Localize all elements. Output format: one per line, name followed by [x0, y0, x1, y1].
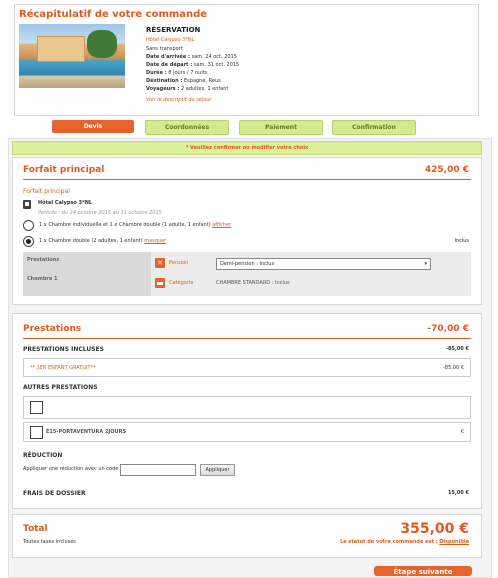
prestations-price: -70,00 € [427, 324, 469, 334]
room-option-2-radio[interactable] [23, 236, 34, 247]
total-value: 355,00 € [400, 521, 469, 537]
reduction-code-input[interactable] [120, 464, 196, 476]
forfait-dates: Période : du 24 octobre 2015 au 31 octob… [38, 210, 162, 216]
prestations-title: Prestations [23, 324, 82, 334]
room-option-2: 1 x Chambre double (2 adultes, 1 enfant)… [39, 238, 167, 244]
pension-icon: ✕ [155, 258, 165, 268]
hide-link[interactable]: masquer [144, 238, 166, 244]
prestations-card: Prestations -70,00 € PRESTATIONS INCLUSE… [12, 313, 482, 509]
notice-text: * Veuillez confirmer ou modifier votre c… [185, 145, 309, 151]
detail-link[interactable]: Voir le descriptif du séjour [146, 97, 211, 103]
forfait-divider [23, 179, 471, 180]
forfait-title: Forfait principal [23, 165, 105, 175]
pension-label: Pension [169, 260, 189, 266]
forfait-sublabel: Forfait principal [23, 188, 70, 195]
other-empty-row [23, 396, 471, 419]
reduction-label: Appliquer une réduction avec un code [23, 466, 119, 472]
other-checkbox-2[interactable] [30, 426, 43, 439]
category-icon [155, 278, 165, 288]
status-available-link[interactable]: Disponible [439, 539, 469, 545]
fees-label: FRAIS DE DOSSIER [23, 490, 86, 497]
prestations-divider [23, 338, 471, 339]
chambre-label: Chambre 1 [27, 276, 58, 282]
included-title: PRESTATIONS INCLUSES [23, 346, 104, 353]
step-paiement[interactable]: Paiement [239, 120, 323, 135]
others-title: AUTRES PRESTATIONS [23, 384, 98, 391]
pension-select[interactable]: Demi-pension : Inclus ▾ [216, 258, 431, 270]
step-confirmation[interactable]: Confirmation [332, 120, 416, 135]
room-option-1-radio[interactable] [23, 220, 34, 231]
travelers-row: Voyageurs : 2 adultes, 1 enfant [146, 86, 229, 92]
notice-bar: * Veuillez confirmer ou modifier votre c… [12, 141, 482, 155]
portaventura-label: E15-PORTAVENTURA 2JOURS [46, 429, 127, 435]
summary-title: Récapitulatif de votre commande [19, 9, 208, 20]
room-details-panel: Prestations Chambre 1 ✕ Pension Demi-pen… [23, 252, 471, 296]
step-devis[interactable]: Devis [52, 120, 134, 133]
total-card: Total Toutes taxes incluses 355,00 € Le … [12, 514, 482, 558]
hotel-icon [23, 200, 31, 209]
duration-row: Durée : 8 jours / 7 nuits [146, 70, 208, 76]
category-value: CHAMBRE STANDARD : Inclus [216, 280, 290, 286]
fees-value: 15,00 € [447, 490, 469, 496]
reduction-title: RÉDUCTION [23, 452, 63, 459]
destination-row: Destination : Espagne, Reus [146, 78, 221, 84]
step-coordonnees[interactable]: Coordonnées [145, 120, 229, 135]
total-label: Total [23, 524, 48, 534]
room-option-1: 1 x Chambre individuelle et 1 x Chambre … [39, 222, 232, 228]
total-sub: Toutes taxes incluses [23, 539, 76, 545]
hotel-name: Hôtel Calypso 3*NL [146, 37, 195, 43]
portaventura-price: € [460, 429, 464, 435]
chevron-down-icon: ▾ [424, 261, 427, 267]
arrival-row: Date d'arrivée : sam. 24 oct. 2015 [146, 54, 237, 60]
other-checkbox-1[interactable] [30, 401, 43, 414]
reservation-heading: RÉSERVATION [146, 26, 201, 34]
child-free-price: -85,00 € [443, 365, 464, 371]
room-left-col: Prestations Chambre 1 [23, 252, 151, 296]
show-link[interactable]: afficher [212, 222, 231, 228]
departure-row: Date de départ : sam. 31 oct. 2015 [146, 62, 240, 68]
forfait-price: 425,00 € [424, 165, 469, 175]
order-status: Le statut de votre commande est : Dispon… [340, 539, 469, 545]
forfait-hotel-name: Hôtel Calypso 3*NL [38, 200, 93, 206]
hotel-photo [19, 24, 125, 88]
category-label: Catégorie [169, 280, 194, 286]
other-item-row: E15-PORTAVENTURA 2JOURS € [23, 422, 471, 442]
forfait-card: Forfait principal 425,00 € Forfait princ… [12, 157, 482, 305]
transport-text: Sans transport [146, 46, 183, 52]
order-summary-card: Récapitulatif de votre commande RÉSERVAT… [14, 4, 479, 116]
child-free-row: ** 1ER ENFANT GRATUIT** -85,00 € [23, 358, 471, 377]
included-text: Inclus [454, 238, 469, 244]
included-price: -85,00 € [445, 346, 469, 352]
apply-button[interactable]: Appliquer [200, 464, 235, 476]
prestations-label: Prestations [27, 257, 60, 263]
next-step-button[interactable]: Étape suivante [374, 566, 472, 576]
child-free-label: ** 1ER ENFANT GRATUIT** [30, 365, 96, 371]
